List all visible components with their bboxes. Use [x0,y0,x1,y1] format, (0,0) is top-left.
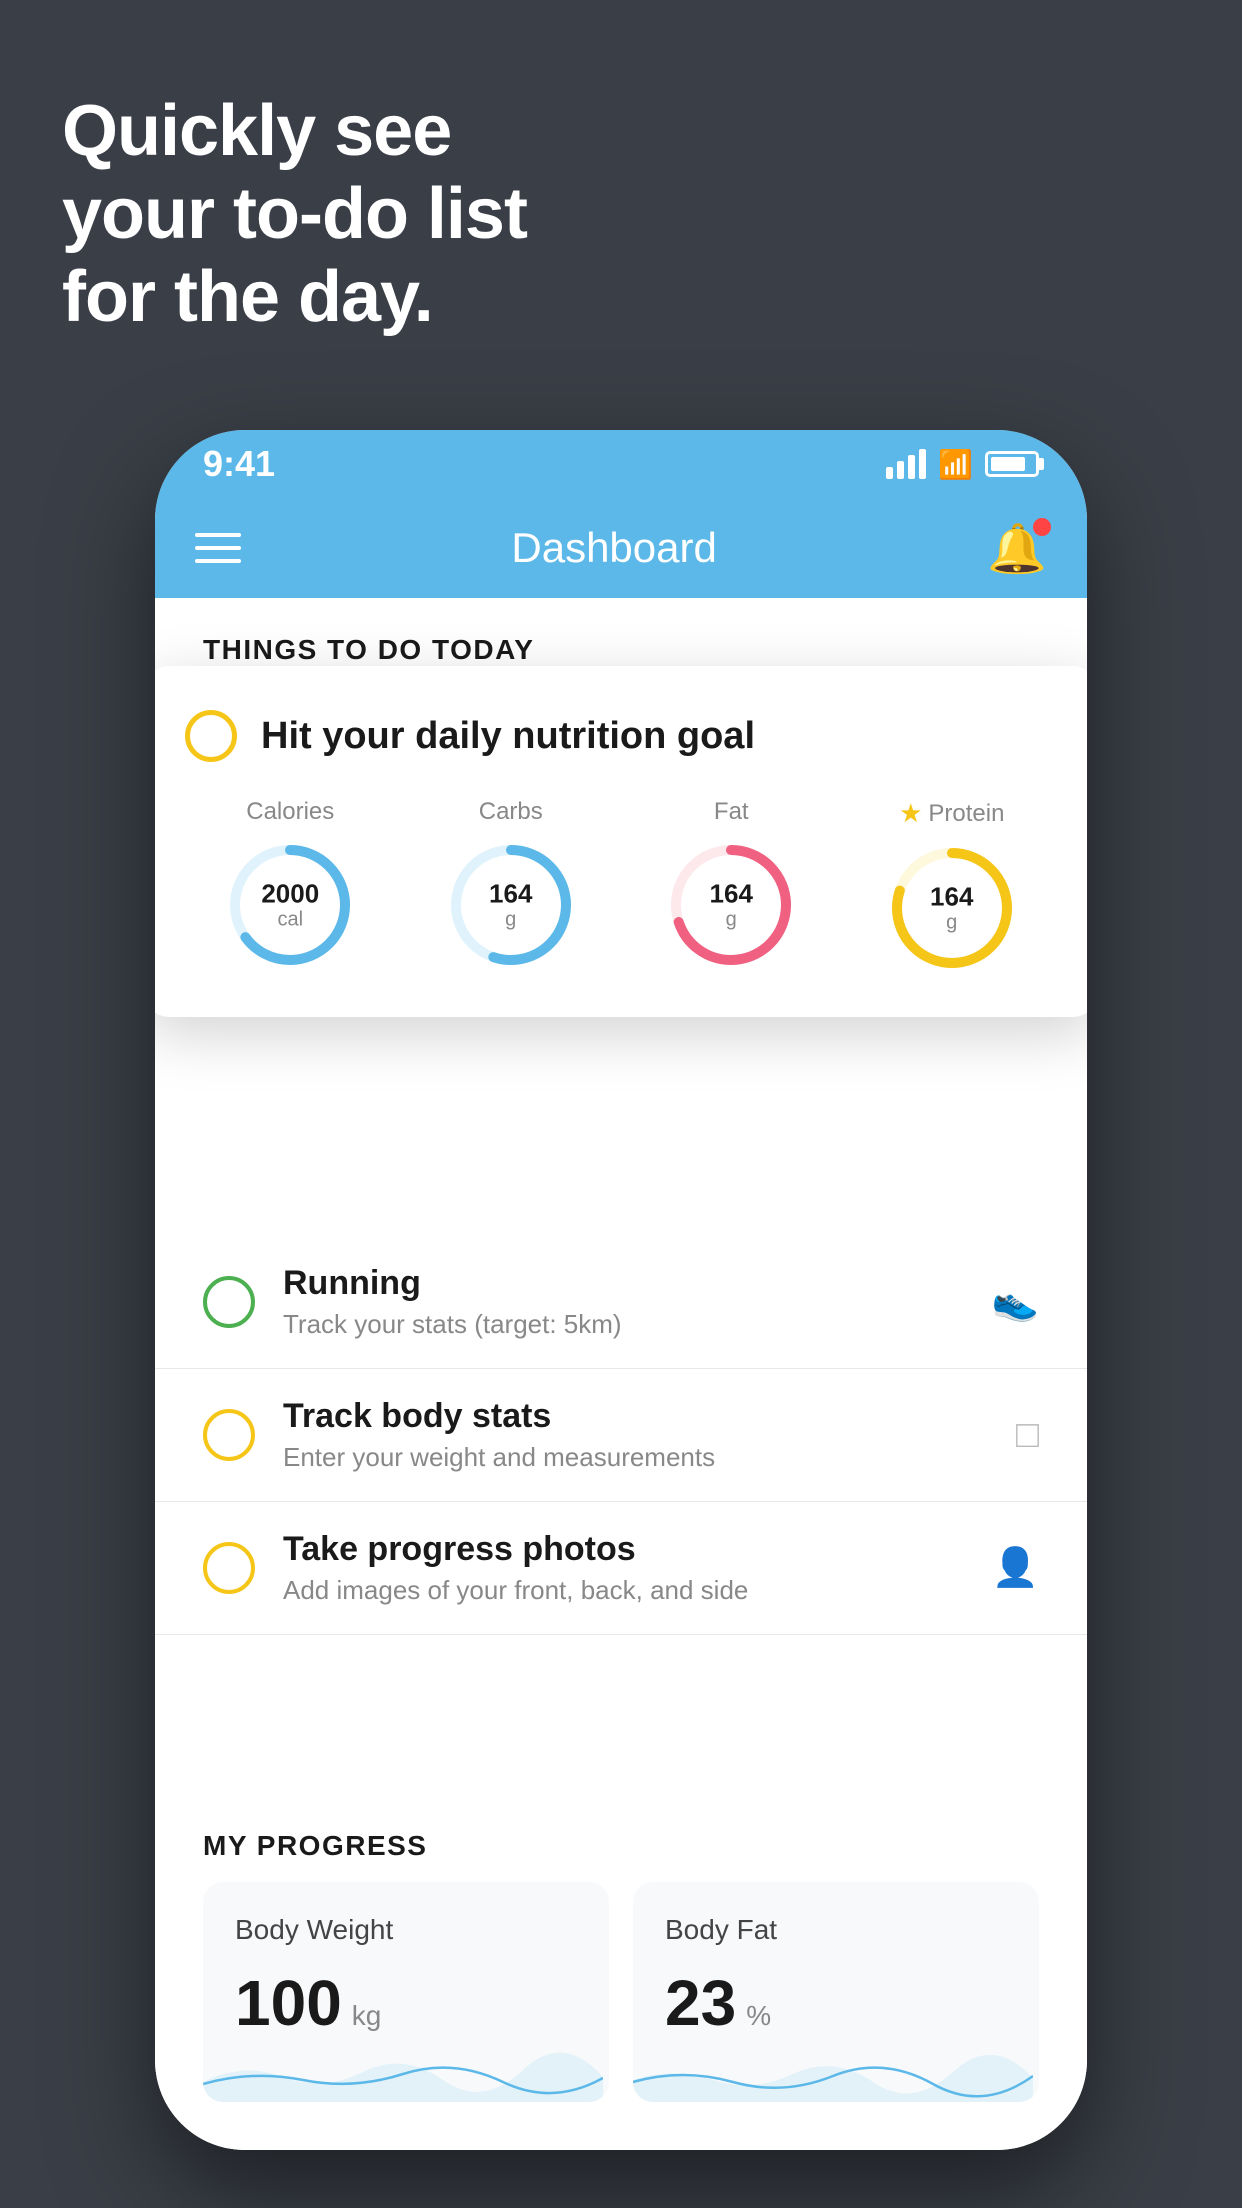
fat-unit: % [746,2000,771,2032]
nutrition-fat: Fat 164 g [666,798,796,973]
progress-card-fat[interactable]: Body Fat 23 % [633,1882,1039,2102]
weight-card-title: Body Weight [235,1914,577,1946]
todo-circle-photos [203,1542,255,1594]
card-header: Hit your daily nutrition goal [185,710,1057,762]
weight-unit: kg [352,2000,382,2032]
headline-line2: your to-do list [62,173,527,256]
phone-content: THINGS TO DO TODAY Hit your daily nutrit… [155,598,1087,2150]
calories-value: 2000 cal [261,880,319,931]
todo-subtitle-running: Track your stats (target: 5km) [283,1309,992,1340]
fat-card-title: Body Fat [665,1914,1007,1946]
carbs-ring: 164 g [446,840,576,970]
fat-value: 164 g [710,880,753,931]
wifi-icon: 📶 [938,448,973,481]
protein-label: Protein [928,800,1004,828]
todo-title-running: Running [283,1264,992,1303]
nutrition-card: Hit your daily nutrition goal Calories 2… [155,666,1087,1017]
nav-bar: Dashboard 🔔 [155,498,1087,598]
notification-badge [1033,518,1051,536]
progress-cards: Body Weight 100 kg Body Fat 23 % [155,1882,1087,2150]
card-title: Hit your daily nutrition goal [261,715,755,758]
carbs-label: Carbs [479,798,543,826]
status-icons: 📶 [886,448,1039,481]
calories-label: Calories [246,798,334,826]
person-icon: 👤 [992,1546,1039,1590]
card-circle-icon [185,710,237,762]
calories-ring: 2000 cal [225,840,355,970]
todo-subtitle-body-stats: Enter your weight and measurements [283,1442,1016,1473]
protein-ring: 164 g [887,843,1017,973]
progress-section: MY PROGRESS Body Weight 100 kg B [155,1794,1087,2150]
headline-line1: Quickly see [62,90,527,173]
fat-label: Fat [714,798,749,826]
todo-text-photos: Take progress photos Add images of your … [283,1530,992,1606]
todo-text-running: Running Track your stats (target: 5km) [283,1264,992,1340]
todo-title-body-stats: Track body stats [283,1397,1016,1436]
todo-item-body-stats[interactable]: Track body stats Enter your weight and m… [155,1369,1087,1502]
battery-icon [985,451,1039,477]
notification-button[interactable]: 🔔 [987,520,1047,577]
progress-card-weight[interactable]: Body Weight 100 kg [203,1882,609,2102]
todo-item-running[interactable]: Running Track your stats (target: 5km) 👟 [155,1236,1087,1369]
protein-label-wrapper: ★ Protein [899,798,1004,829]
protein-value: 164 g [930,883,973,934]
progress-header: MY PROGRESS [155,1794,1087,1882]
fat-ring: 164 g [666,840,796,970]
headline: Quickly see your to-do list for the day. [62,90,527,338]
star-icon: ★ [899,798,922,829]
status-bar: 9:41 📶 [155,430,1087,498]
weight-value-wrapper: 100 kg [235,1966,577,2040]
signal-icon [886,449,926,479]
headline-line3: for the day. [62,256,527,339]
weight-wave [203,2042,603,2102]
scale-icon: □ [1016,1414,1039,1457]
menu-button[interactable] [195,533,241,563]
todo-title-photos: Take progress photos [283,1530,992,1569]
todo-item-photos[interactable]: Take progress photos Add images of your … [155,1502,1087,1635]
phone-mockup: 9:41 📶 Dashboard 🔔 THINGS TO DO TOD [155,430,1087,2150]
fat-value-wrapper: 23 % [665,1966,1007,2040]
carbs-value: 164 g [489,880,532,931]
weight-number: 100 [235,1966,342,2040]
fat-wave [633,2042,1033,2102]
todo-circle-running [203,1276,255,1328]
fat-number: 23 [665,1966,736,2040]
nutrition-protein: ★ Protein 164 g [887,798,1017,973]
todo-subtitle-photos: Add images of your front, back, and side [283,1575,992,1606]
status-time: 9:41 [203,443,275,485]
todo-list: Running Track your stats (target: 5km) 👟… [155,1236,1087,1635]
shoe-icon: 👟 [992,1280,1039,1324]
nutrition-carbs: Carbs 164 g [446,798,576,973]
nutrition-stats: Calories 2000 cal Carbs [185,798,1057,973]
nav-title: Dashboard [511,524,716,572]
todo-text-body-stats: Track body stats Enter your weight and m… [283,1397,1016,1473]
nutrition-calories: Calories 2000 cal [225,798,355,973]
todo-circle-body-stats [203,1409,255,1461]
